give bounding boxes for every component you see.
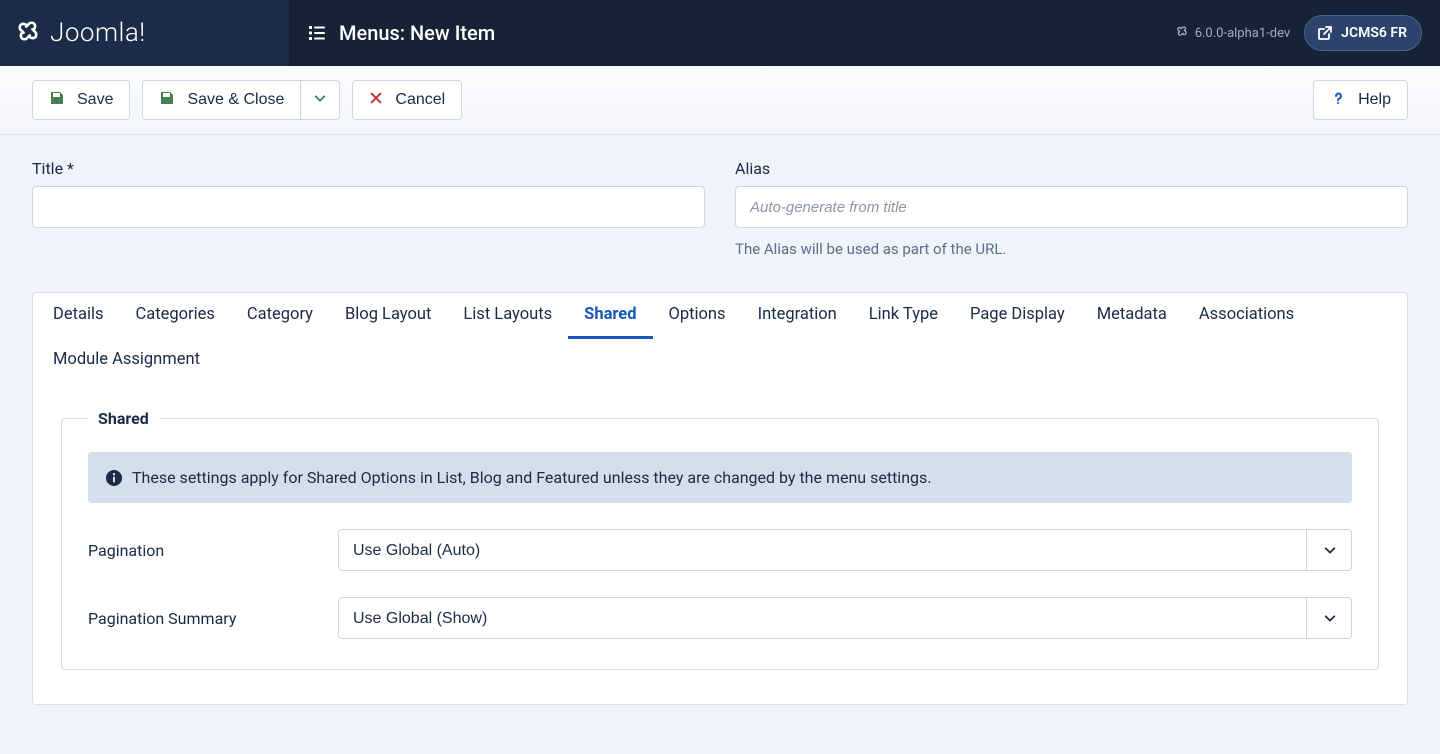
tab-page-display[interactable]: Page Display: [954, 293, 1081, 339]
title-input[interactable]: [32, 186, 705, 228]
pagination-summary-row: Pagination Summary Use Global (Show): [88, 597, 1352, 639]
toolbar: Save Save & Close Cancel Help: [0, 66, 1440, 135]
pagination-summary-label: Pagination Summary: [88, 609, 318, 628]
tabs: DetailsCategoriesCategoryBlog LayoutList…: [33, 293, 1407, 383]
help-icon: [1330, 90, 1346, 111]
tab-shared[interactable]: Shared: [568, 293, 652, 339]
help-button[interactable]: Help: [1313, 80, 1408, 120]
save-close-label: Save & Close: [187, 91, 284, 109]
tab-details[interactable]: Details: [37, 293, 120, 339]
brand[interactable]: Joomla!: [0, 0, 289, 66]
help-label: Help: [1358, 91, 1391, 109]
pagination-select[interactable]: Use Global (Auto): [338, 529, 1352, 571]
save-button[interactable]: Save: [32, 80, 130, 120]
info-icon: [106, 470, 122, 486]
shared-info-alert: These settings apply for Shared Options …: [88, 452, 1352, 503]
app-header: Joomla! Menus: New Item: [0, 0, 1440, 66]
pagination-select-wrap: Use Global (Auto): [338, 529, 1352, 571]
save-close-group: Save & Close: [142, 80, 340, 120]
tab-metadata[interactable]: Metadata: [1081, 293, 1183, 339]
tab-body: Shared These settings apply for Shared O…: [33, 383, 1407, 704]
shared-info-text: These settings apply for Shared Options …: [132, 468, 931, 487]
save-label: Save: [77, 91, 113, 109]
header-right: 6.0.0-alpha1-dev JCMS6 FR: [1157, 0, 1440, 66]
tab-integration[interactable]: Integration: [742, 293, 853, 339]
save-close-button[interactable]: Save & Close: [142, 80, 301, 120]
tab-link-type[interactable]: Link Type: [853, 293, 954, 339]
page-title-block: Menus: New Item: [289, 0, 1157, 66]
tab-associations[interactable]: Associations: [1183, 293, 1310, 339]
pagination-label: Pagination: [88, 541, 318, 560]
tab-list-layouts[interactable]: List Layouts: [447, 293, 568, 339]
pagination-row: Pagination Use Global (Auto): [88, 529, 1352, 571]
alias-col: Alias The Alias will be used as part of …: [735, 159, 1408, 258]
alias-label: Alias: [735, 159, 1408, 178]
chevron-down-icon: [313, 91, 327, 110]
save-icon: [159, 90, 175, 111]
tab-blog-layout[interactable]: Blog Layout: [329, 293, 447, 339]
external-link-icon: [1317, 25, 1333, 41]
site-link-pill[interactable]: JCMS6 FR: [1304, 15, 1422, 51]
tab-module-assignment[interactable]: Module Assignment: [37, 338, 216, 384]
title-label: Title *: [32, 159, 705, 178]
pagination-summary-select-wrap: Use Global (Show): [338, 597, 1352, 639]
alias-help: The Alias will be used as part of the UR…: [735, 240, 1408, 258]
joomla-small-icon: [1175, 24, 1189, 42]
tab-categories[interactable]: Categories: [120, 293, 231, 339]
tab-category[interactable]: Category: [231, 293, 329, 339]
site-name: JCMS6 FR: [1341, 25, 1407, 41]
joomla-logo-icon: [14, 17, 42, 49]
title-col: Title *: [32, 159, 705, 258]
save-icon: [49, 90, 65, 111]
page-title: Menus: New Item: [339, 21, 495, 45]
version-badge[interactable]: 6.0.0-alpha1-dev: [1175, 24, 1290, 42]
pagination-summary-select[interactable]: Use Global (Show): [338, 597, 1352, 639]
shared-legend: Shared: [88, 409, 159, 428]
content: Title * Alias The Alias will be used as …: [0, 135, 1440, 745]
brand-text: Joomla!: [50, 18, 146, 48]
alias-input[interactable]: [735, 186, 1408, 228]
version-text: 6.0.0-alpha1-dev: [1195, 26, 1290, 41]
list-icon: [307, 23, 327, 43]
tab-options[interactable]: Options: [653, 293, 742, 339]
close-icon: [369, 91, 383, 110]
title-alias-row: Title * Alias The Alias will be used as …: [32, 159, 1408, 258]
cancel-label: Cancel: [395, 91, 445, 109]
shared-fieldset: Shared These settings apply for Shared O…: [61, 409, 1379, 670]
save-close-dropdown-toggle[interactable]: [301, 80, 340, 120]
cancel-button[interactable]: Cancel: [352, 80, 462, 120]
tabs-panel: DetailsCategoriesCategoryBlog LayoutList…: [32, 292, 1408, 705]
